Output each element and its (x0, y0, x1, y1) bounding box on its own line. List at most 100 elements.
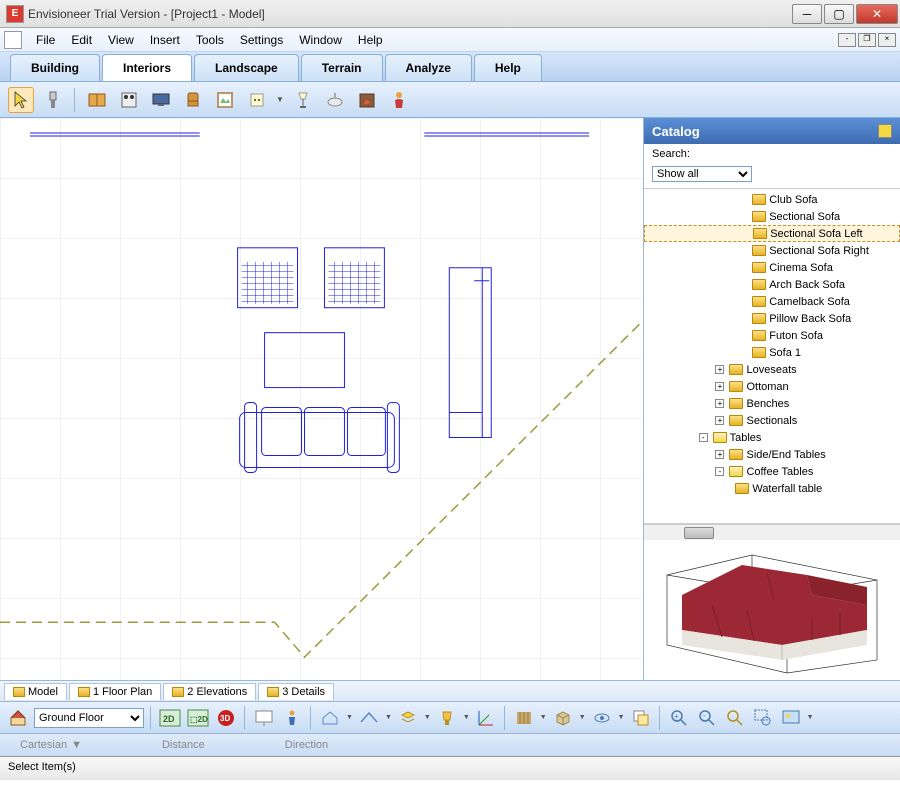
tab-analyze[interactable]: Analyze (385, 54, 472, 81)
tree-item[interactable]: Cinema Sofa (644, 259, 900, 276)
tree-item[interactable]: Club Sofa (644, 191, 900, 208)
menu-settings[interactable]: Settings (232, 29, 291, 51)
zoom-fit-button[interactable] (723, 706, 747, 730)
menu-tools[interactable]: Tools (188, 29, 232, 51)
visibility-button[interactable] (590, 706, 614, 730)
tree-folder[interactable]: +Sectionals (644, 412, 900, 429)
plumbing-tool[interactable] (322, 87, 348, 113)
menu-window[interactable]: Window (291, 29, 350, 51)
tree-folder[interactable]: +Benches (644, 395, 900, 412)
house-icon-button[interactable] (6, 706, 30, 730)
expand-toggle[interactable]: - (715, 467, 724, 476)
decor-tool[interactable] (212, 87, 238, 113)
select-tool[interactable] (8, 87, 34, 113)
folder-icon (752, 296, 766, 307)
tab-landscape[interactable]: Landscape (194, 54, 299, 81)
tree-item[interactable]: Pillow Back Sofa (644, 310, 900, 327)
coord-system[interactable]: Cartesian ▼ (20, 739, 82, 751)
box-button[interactable] (551, 706, 575, 730)
texture-button[interactable] (512, 706, 536, 730)
tree-folder[interactable]: +Ottoman (644, 378, 900, 395)
dropdown-arrow-icon[interactable]: ▼ (385, 714, 392, 721)
dropdown-arrow-icon[interactable]: ▼ (807, 714, 814, 721)
tree-folder[interactable]: -Coffee Tables (644, 463, 900, 480)
roof-view-button[interactable] (357, 706, 381, 730)
expand-toggle[interactable]: + (715, 450, 724, 459)
copy-button[interactable] (629, 706, 653, 730)
menu-file[interactable]: File (28, 29, 63, 51)
render-button[interactable] (779, 706, 803, 730)
viewtab-model[interactable]: Model (4, 683, 67, 700)
zoom-out-button[interactable]: - (695, 706, 719, 730)
menu-view[interactable]: View (100, 29, 142, 51)
layers-button[interactable] (396, 706, 420, 730)
drawing-canvas[interactable] (0, 118, 644, 680)
child-close-button[interactable]: × (878, 33, 896, 47)
viewtab-floorplan[interactable]: 1 Floor Plan (69, 683, 161, 700)
furniture-tool[interactable] (180, 87, 206, 113)
child-minimize-button[interactable]: - (838, 33, 856, 47)
tab-help[interactable]: Help (474, 54, 542, 81)
zoom-window-button[interactable] (751, 706, 775, 730)
electronics-tool[interactable] (148, 87, 174, 113)
expand-toggle[interactable]: + (715, 382, 724, 391)
catalog-tree[interactable]: Club Sofa Sectional Sofa Sectional Sofa … (644, 188, 900, 524)
zoom-in-button[interactable]: + (667, 706, 691, 730)
menu-help[interactable]: Help (350, 29, 391, 51)
viewtab-details[interactable]: 3 Details (258, 683, 334, 700)
dropdown-arrow-icon[interactable]: ▼ (463, 714, 470, 721)
floor-select[interactable]: Ground Floor (34, 708, 144, 728)
axis-button[interactable] (474, 706, 498, 730)
expand-toggle[interactable]: + (715, 365, 724, 374)
camera-button[interactable] (318, 706, 342, 730)
expand-toggle[interactable]: - (699, 433, 708, 442)
tab-interiors[interactable]: Interiors (102, 54, 192, 81)
minimize-button[interactable]: ─ (792, 4, 822, 24)
paint-tool[interactable] (40, 87, 66, 113)
tree-folder[interactable]: -Tables (644, 429, 900, 446)
appliance-tool[interactable] (116, 87, 142, 113)
person-view-button[interactable] (280, 706, 304, 730)
menu-insert[interactable]: Insert (142, 29, 188, 51)
person-tool[interactable] (386, 87, 412, 113)
expand-toggle[interactable]: + (715, 399, 724, 408)
catalog-hscrollbar[interactable] (644, 524, 900, 540)
tree-item[interactable]: Sectional Sofa Left (644, 225, 900, 242)
tree-item[interactable]: Arch Back Sofa (644, 276, 900, 293)
dropdown-arrow-icon[interactable]: ▼ (579, 714, 586, 721)
dropdown-arrow-icon[interactable]: ▼ (540, 714, 547, 721)
cabinet-tool[interactable] (84, 87, 110, 113)
menu-edit[interactable]: Edit (63, 29, 100, 51)
folder-icon (753, 228, 767, 239)
presentation-button[interactable] (252, 706, 276, 730)
catalog-filter-select[interactable]: Show all (652, 166, 752, 182)
2d-view-button[interactable]: 2D (158, 706, 182, 730)
dropdown-arrow-icon[interactable]: ▼ (424, 714, 431, 721)
child-restore-button[interactable]: ❐ (858, 33, 876, 47)
tree-item[interactable]: Waterfall table (644, 480, 900, 497)
dropdown-arrow-icon[interactable]: ▼ (276, 95, 284, 104)
catalog-pin-icon[interactable] (878, 124, 892, 138)
outlet-tool[interactable] (244, 87, 270, 113)
dropdown-arrow-icon[interactable]: ▼ (346, 714, 353, 721)
tree-item[interactable]: Sectional Sofa Right (644, 242, 900, 259)
tree-folder[interactable]: +Loveseats (644, 361, 900, 378)
3d-view-button[interactable]: 3D (214, 706, 238, 730)
fireplace-tool[interactable] (354, 87, 380, 113)
2d-alt-button[interactable]: ⬚2D (186, 706, 210, 730)
tab-building[interactable]: Building (10, 54, 100, 81)
tree-folder[interactable]: +Side/End Tables (644, 446, 900, 463)
app-menu-icon[interactable] (4, 31, 22, 49)
dropdown-arrow-icon[interactable]: ▼ (618, 714, 625, 721)
tab-terrain[interactable]: Terrain (301, 54, 383, 81)
tree-item[interactable]: Sofa 1 (644, 344, 900, 361)
sun-button[interactable] (435, 706, 459, 730)
viewtab-elevations[interactable]: 2 Elevations (163, 683, 256, 700)
tree-item[interactable]: Sectional Sofa (644, 208, 900, 225)
lighting-tool[interactable] (290, 87, 316, 113)
expand-toggle[interactable]: + (715, 416, 724, 425)
close-button[interactable]: ✕ (856, 4, 898, 24)
tree-item[interactable]: Futon Sofa (644, 327, 900, 344)
tree-item[interactable]: Camelback Sofa (644, 293, 900, 310)
maximize-button[interactable]: ▢ (824, 4, 854, 24)
